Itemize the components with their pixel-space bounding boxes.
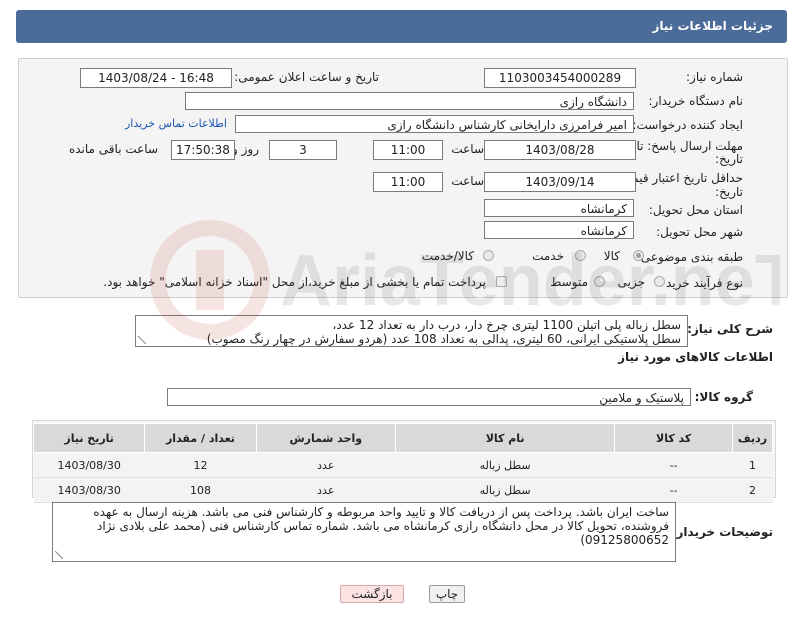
treasury-payment-note: پرداخت تمام یا بخشی از مبلغ خرید،از محل … — [103, 275, 486, 289]
price-time-label: ساعت — [451, 174, 484, 188]
buyer-notes-line-2: فروشنده، تحویل کالا در محل دانشگاه رازی … — [97, 519, 669, 533]
reply-date-field: 1403/08/28 — [484, 140, 636, 160]
category-label: طبقه بندی موضوعی: — [636, 250, 743, 264]
reply-deadline-label-date: تاریخ: — [715, 152, 743, 166]
days-label: روز و — [232, 142, 259, 156]
cell-row: 1 — [732, 452, 773, 478]
remaining-days-field: 3 — [269, 140, 337, 160]
requester-label: ایجاد کننده درخواست: — [632, 118, 743, 132]
cell-unit: عدد — [256, 452, 396, 478]
city-field: کرمانشاه — [484, 221, 634, 239]
buyer-contact-link[interactable]: اطلاعات تماس خریدار — [125, 117, 227, 130]
purchase-radio-minor[interactable] — [654, 276, 665, 287]
category-option-goods: کالا — [603, 249, 620, 263]
goods-table-header: ردیف کد کالا نام کالا واحد شمارش تعداد /… — [32, 423, 773, 453]
buyer-notes-label: توضیحات خریدار: — [671, 525, 773, 539]
need-number-label: شماره نیاز: — [686, 70, 743, 84]
city-label: شهر محل تحویل: — [656, 225, 743, 239]
resize-handle-icon[interactable] — [55, 551, 63, 559]
summary-text: سطل زباله پلی اتیلن 1100 لیتری چرخ دار، … — [135, 315, 688, 347]
treasury-payment-checkbox[interactable] — [496, 276, 507, 287]
col-qty: تعداد / مقدار — [144, 423, 257, 453]
province-field: کرمانشاه — [484, 199, 634, 217]
buyer-notes-line-3: 09125800652) — [580, 533, 669, 547]
buyer-notes-line-1: ساخت ایران باشد. پرداخت پس از دریافت کال… — [93, 505, 669, 519]
buyer-notes-text: ساخت ایران باشد. پرداخت پس از دریافت کال… — [52, 502, 676, 562]
purchase-option-medium: متوسط — [550, 275, 588, 289]
table-row: 1 -- سطل زباله عدد 12 1403/08/30 — [33, 452, 773, 478]
purchase-option-minor: جزیی — [617, 275, 645, 289]
announce-label: تاریخ و ساعت اعلان عمومی: — [234, 70, 379, 84]
category-radio-goods-service[interactable] — [483, 250, 494, 261]
goods-section-title: اطلاعات کالاهای مورد نیاز — [618, 350, 773, 364]
reply-time-field: 11:00 — [373, 140, 443, 160]
reply-deadline-label: مهلت ارسال پاسخ: تا — [636, 139, 743, 153]
summary-line-2: سطل پلاستیکی ایرانی، 60 لیتری، پدالی به … — [206, 332, 681, 346]
cell-unit: عدد — [256, 477, 396, 503]
cell-date: 1403/08/30 — [33, 452, 145, 478]
buyer-org-label: نام دستگاه خریدار: — [648, 94, 744, 108]
cell-code: -- — [614, 477, 733, 503]
cell-row: 2 — [732, 477, 773, 503]
col-code: کد کالا — [614, 423, 734, 453]
col-unit: واحد شمارش — [255, 423, 396, 453]
requester-field: امیر فرامرزی دارایخانی کارشناس دانشگاه ر… — [235, 115, 634, 133]
purchase-radio-medium[interactable] — [594, 276, 605, 287]
back-button[interactable]: بازگشت — [340, 585, 404, 603]
cell-qty: 12 — [144, 452, 257, 478]
table-row: 2 -- سطل زباله عدد 108 1403/08/30 — [33, 477, 773, 503]
col-row: ردیف — [732, 423, 773, 453]
buyer-org-field: دانشگاه رازی — [185, 92, 634, 110]
purchase-type-label: نوع فرآیند خرید : — [658, 276, 743, 290]
province-label: استان محل تحویل: — [648, 203, 743, 217]
summary-label: شرح کلی نیاز: — [687, 322, 773, 336]
col-date: تاریخ نیاز — [32, 423, 146, 453]
price-date-field: 1403/09/14 — [484, 172, 636, 192]
summary-line-1: سطل زباله پلی اتیلن 1100 لیتری چرخ دار، … — [332, 318, 681, 332]
category-radio-goods[interactable] — [633, 250, 644, 261]
category-option-goods-service: کالا/خدمت — [421, 249, 474, 263]
category-option-service: خدمت — [532, 249, 564, 263]
reply-time-label: ساعت — [451, 142, 484, 156]
goods-group-label: گروه کالا: — [694, 390, 753, 404]
price-validity-label-date: تاریخ: — [715, 185, 743, 199]
cell-name: سطل زباله — [395, 477, 615, 503]
page-header: جزئیات اطلاعات نیاز — [16, 10, 787, 43]
resize-handle-icon[interactable] — [138, 336, 146, 344]
page-title: جزئیات اطلاعات نیاز — [652, 19, 773, 33]
need-number-field: 1103003454000289 — [484, 68, 636, 88]
cell-qty: 108 — [144, 477, 257, 503]
remaining-time-field: 17:50:38 — [171, 140, 235, 160]
cell-code: -- — [614, 452, 733, 478]
goods-group-field: پلاستیک و ملامین — [167, 388, 691, 406]
cell-date: 1403/08/30 — [33, 477, 145, 503]
remaining-label: ساعت باقی مانده — [68, 142, 158, 156]
print-button[interactable]: چاپ — [429, 585, 465, 603]
price-time-field: 11:00 — [373, 172, 443, 192]
announce-field: 1403/08/24 - 16:48 — [80, 68, 232, 88]
goods-table: ردیف کد کالا نام کالا واحد شمارش تعداد /… — [32, 423, 773, 503]
category-radio-service[interactable] — [575, 250, 586, 261]
col-name: نام کالا — [394, 423, 616, 453]
cell-name: سطل زباله — [395, 452, 615, 478]
